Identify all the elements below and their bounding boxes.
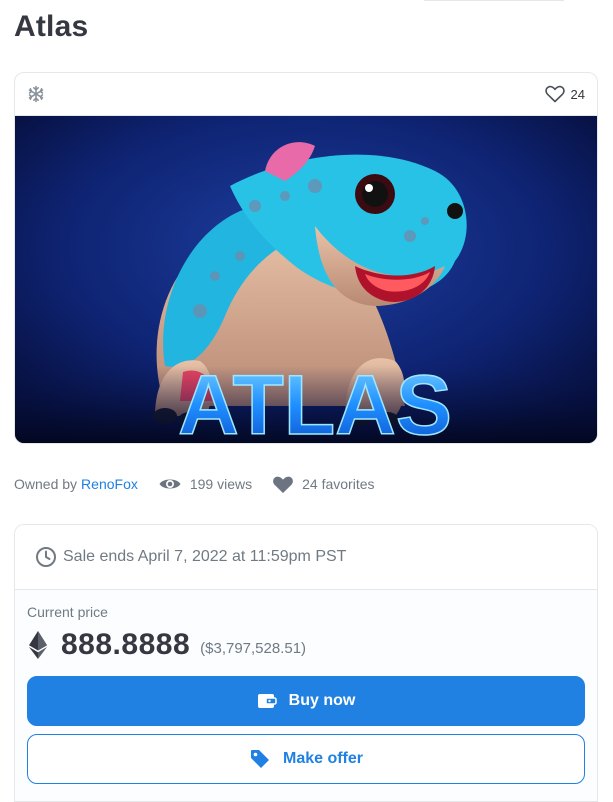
- artwork-caption: ATLAS: [178, 358, 452, 444]
- wallet-icon: [257, 694, 277, 708]
- current-price-label: Current price: [27, 604, 108, 620]
- trade-panel: Sale ends April 7, 2022 at 11:59pm PST C…: [14, 524, 598, 802]
- nft-artwork-image[interactable]: ATLAS: [15, 116, 598, 444]
- price-row: 888.8888 ($3,797,528.51): [29, 628, 306, 662]
- make-offer-label: Make offer: [282, 750, 364, 767]
- favorites-count: 24 favorites: [302, 476, 375, 492]
- eye-icon: [159, 479, 181, 489]
- make-offer-button[interactable]: Make offer: [27, 734, 585, 784]
- tag-icon: [250, 750, 269, 768]
- heart-filled-icon: [273, 476, 293, 493]
- favorite-count: 24: [570, 86, 585, 102]
- views-stat: 199 views: [158, 476, 252, 492]
- item-title: Atlas: [14, 10, 89, 43]
- item-stats-row: Owned by RenoFox 199 views 24 favorites: [14, 472, 375, 496]
- sale-end-row: Sale ends April 7, 2022 at 11:59pm PST: [15, 525, 597, 590]
- sale-end-text: Sale ends April 7, 2022 at 11:59pm PST: [63, 548, 347, 565]
- buy-now-button[interactable]: Buy now: [27, 676, 585, 726]
- owner-link[interactable]: RenoFox: [81, 476, 138, 492]
- price-usd: ($3,797,528.51): [200, 639, 307, 657]
- views-count: 199 views: [189, 476, 253, 492]
- ethereum-icon: [29, 631, 47, 659]
- favorites-stat: 24 favorites: [272, 475, 375, 494]
- price-section: Current price 888.8888 ($3,797,528.51) B…: [15, 590, 597, 801]
- buy-now-label: Buy now: [288, 692, 356, 709]
- price-value: 888.8888: [61, 628, 191, 661]
- favorite-button[interactable]: 24: [544, 85, 585, 103]
- item-media-card: 24 ATLAS: [14, 72, 598, 444]
- ethereum-snowflake-icon: [28, 85, 44, 103]
- top-divider: [424, 0, 564, 1]
- heart-outline-icon: [544, 85, 565, 103]
- owned-by-label: Owned by: [14, 476, 78, 492]
- media-card-header: 24: [15, 73, 597, 116]
- clock-icon: [36, 547, 56, 567]
